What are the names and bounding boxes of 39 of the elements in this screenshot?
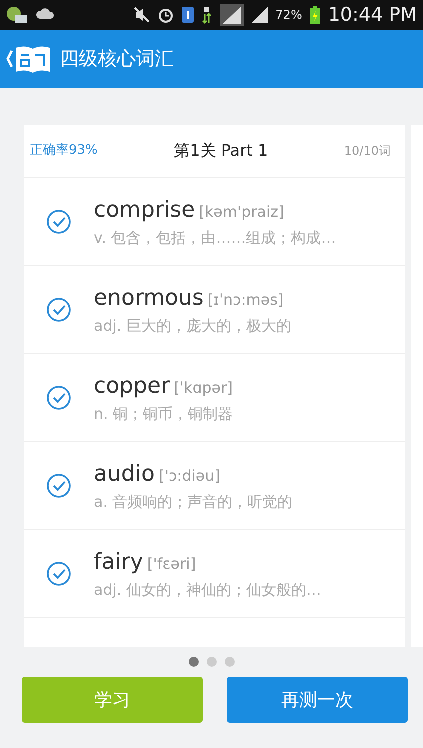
level-title: 第1关 Part 1 [174, 140, 268, 162]
signal-icon [252, 7, 268, 23]
phonetic-text: ['ɔ:diəu] [158, 466, 221, 487]
retest-button[interactable]: 再测一次 [227, 677, 408, 723]
sim-icon [182, 7, 194, 23]
clock-time: 10:44 PM [328, 2, 417, 28]
meaning-text: a. 音频响的；声音的，听觉的 [94, 492, 293, 513]
signal-icon [220, 4, 244, 26]
word-count: 10/10词 [344, 143, 391, 160]
data-arrows-icon [202, 6, 212, 24]
page-dot[interactable] [188, 657, 198, 667]
phonetic-text: [kəm'praiz] [199, 202, 284, 223]
word-row[interactable]: fairy ['fɛəri] adj. 仙女的，神仙的；仙女般的… [24, 530, 405, 618]
meaning-text: adj. 仙女的，神仙的；仙女般的… [94, 580, 322, 601]
meaning-text: adj. 巨大的，庞大的，极大的 [94, 316, 292, 337]
meaning-text: n. 铜；铜币，铜制器 [94, 404, 234, 425]
accuracy-label: 正确率93% [30, 142, 98, 160]
word-row[interactable]: enormous [ɪˈnɔ:məs] adj. 巨大的，庞大的，极大的 [24, 266, 405, 354]
word-text: enormous [94, 284, 204, 313]
alarm-icon [158, 7, 174, 23]
word-text: fairy [94, 548, 144, 577]
word-text: audio [94, 460, 155, 489]
battery-percent: 72% [276, 7, 302, 24]
word-text: comprise [94, 196, 196, 225]
back-book-icon[interactable] [6, 44, 52, 74]
battery-charging-icon [310, 6, 320, 24]
mute-icon [134, 7, 150, 23]
phonetic-text: [ˈkɑpər] [174, 378, 234, 399]
word-text: copper [94, 372, 170, 401]
notification-icon [6, 6, 28, 24]
word-row[interactable]: audio ['ɔ:diəu] a. 音频响的；声音的，听觉的 [24, 442, 405, 530]
meaning-text: v. 包含，包括，由……组成；构成… [94, 228, 336, 249]
phonetic-text: ['fɛəri] [147, 554, 196, 575]
word-row[interactable]: copper [ˈkɑpər] n. 铜；铜币，铜制器 [24, 354, 405, 442]
phonetic-text: [ɪˈnɔ:məs] [208, 290, 284, 311]
page-dot[interactable] [224, 657, 234, 667]
app-title: 四级核心词汇 [60, 46, 174, 72]
page-dot[interactable] [206, 657, 216, 667]
word-row[interactable]: comprise [kəm'praiz] v. 包含，包括，由……组成；构成… [24, 178, 405, 266]
